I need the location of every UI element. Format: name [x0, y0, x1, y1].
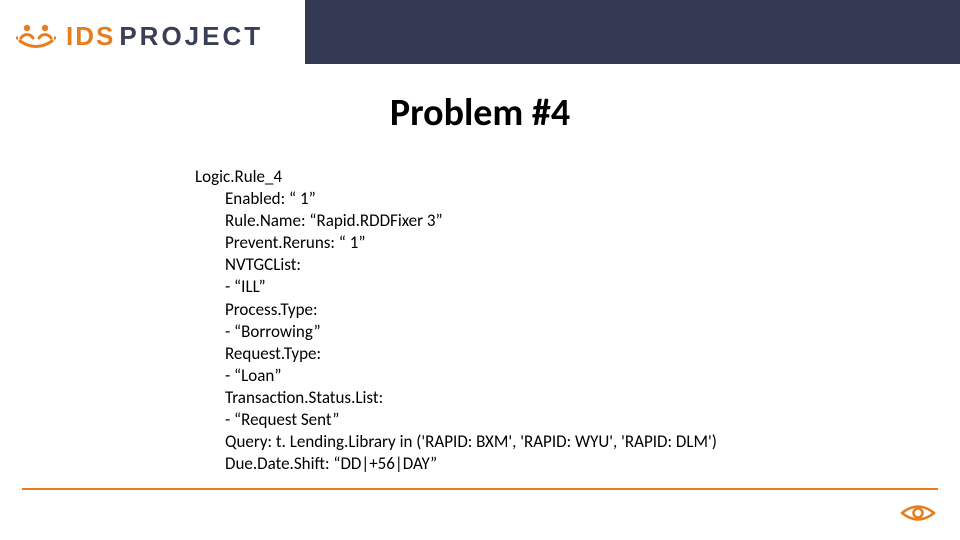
- body-line: - “ILL”: [195, 276, 895, 298]
- body-line: Rule.Name: “Rapid.RDDFixer 3”: [195, 210, 895, 232]
- footer-divider: [22, 488, 938, 490]
- logo-text: IDS PROJECT: [66, 21, 263, 52]
- ids-logo-icon: [16, 16, 56, 56]
- logo-block: IDS PROJECT: [0, 0, 305, 72]
- body-line: Query: t. Lending.Library in ('RAPID: BX…: [195, 431, 895, 453]
- slide-title: Problem #4: [0, 90, 960, 136]
- body-line: - “Request Sent”: [195, 409, 895, 431]
- body-line: Prevent.Reruns: “ 1”: [195, 232, 895, 254]
- body-line: Due.Date.Shift: “DD|+56|DAY”: [195, 453, 895, 475]
- body-line: - “Borrowing”: [195, 321, 895, 343]
- body-root-line: Logic.Rule_4: [195, 166, 895, 188]
- slide-body: Logic.Rule_4 Enabled: “ 1” Rule.Name: “R…: [195, 166, 895, 475]
- body-line: Process.Type:: [195, 299, 895, 321]
- slide: IDS PROJECT Problem #4 Logic.Rule_4 Enab…: [0, 0, 960, 540]
- body-line: NVTGCList:: [195, 254, 895, 276]
- eye-logo-icon: [900, 500, 936, 526]
- body-line: Enabled: “ 1”: [195, 188, 895, 210]
- body-line: - “Loan”: [195, 365, 895, 387]
- body-line: Transaction.Status.List:: [195, 387, 895, 409]
- logo-project: PROJECT: [119, 21, 263, 52]
- logo-ids: IDS: [66, 21, 115, 52]
- body-line: Request.Type:: [195, 343, 895, 365]
